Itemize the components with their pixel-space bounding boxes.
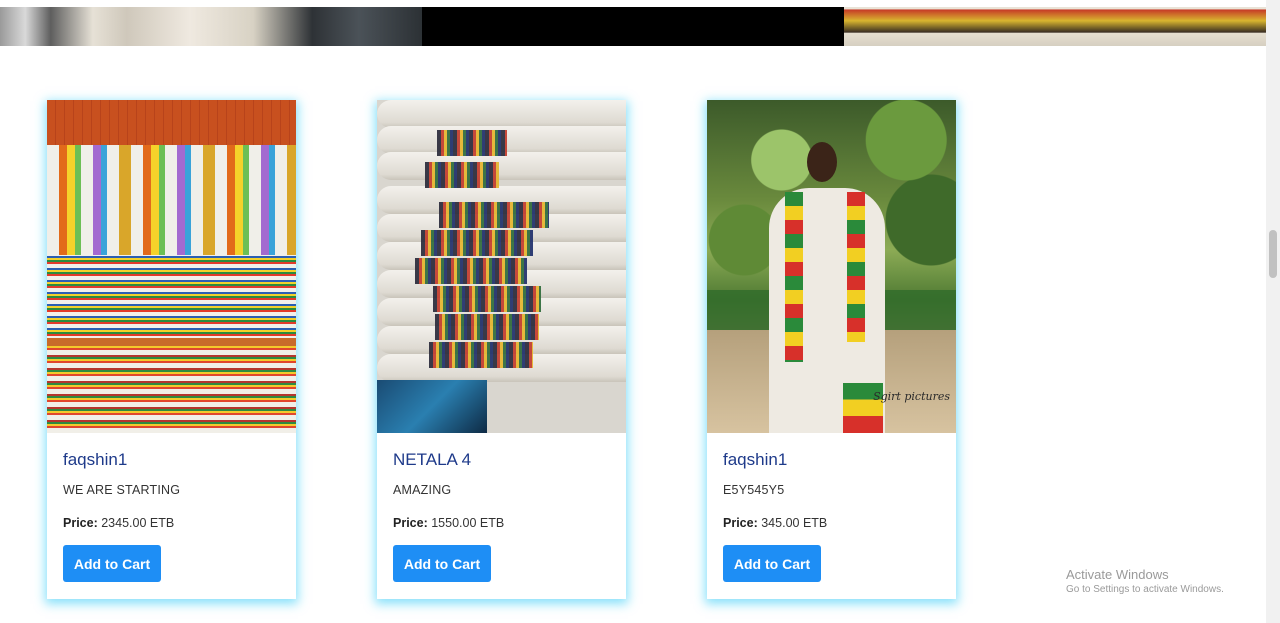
price-label: Price: [393,516,428,530]
product-description: AMAZING [393,483,452,497]
activate-windows-watermark: Activate Windows Go to Settings to activ… [1066,567,1224,595]
top-edge [0,0,1266,7]
vertical-scrollbar[interactable] [1266,0,1280,623]
scrollbar-thumb[interactable] [1269,230,1277,278]
product-title: faqshin1 [723,450,788,469]
add-to-cart-button[interactable]: Add to Cart [63,545,161,582]
product-card: faqshin1 WE ARE STARTING Price: 2345.00 … [47,100,296,599]
product-price: Price: 1550.00 ETB [393,516,504,530]
add-to-cart-button[interactable]: Add to Cart [723,545,821,582]
product-description: WE ARE STARTING [63,483,181,497]
product-image[interactable] [377,100,626,433]
product-description: E5Y545Y5 [723,483,785,497]
product-title: NETALA 4 [393,450,472,469]
watermark-title: Activate Windows [1066,567,1169,582]
watermark-subtitle: Go to Settings to activate Windows. [1066,584,1224,595]
product-price: Price: 2345.00 ETB [63,516,174,530]
product-image[interactable] [47,100,296,433]
product-title: faqshin1 [63,450,128,469]
price-label: Price: [723,516,758,530]
price-value: 2345.00 ETB [101,516,175,530]
price-value: 1550.00 ETB [431,516,505,530]
product-card: NETALA 4 AMAZING Price: 1550.00 ETB Add … [377,100,626,599]
add-to-cart-button[interactable]: Add to Cart [393,545,491,582]
product-image[interactable]: Sgirt pictures [707,100,956,433]
product-card: Sgirt pictures faqshin1 E5Y545Y5 Price: … [707,100,956,599]
photo-watermark: Sgirt pictures [873,390,950,403]
product-price: Price: 345.00 ETB [723,516,827,530]
price-label: Price: [63,516,98,530]
price-value: 345.00 ETB [761,516,828,530]
